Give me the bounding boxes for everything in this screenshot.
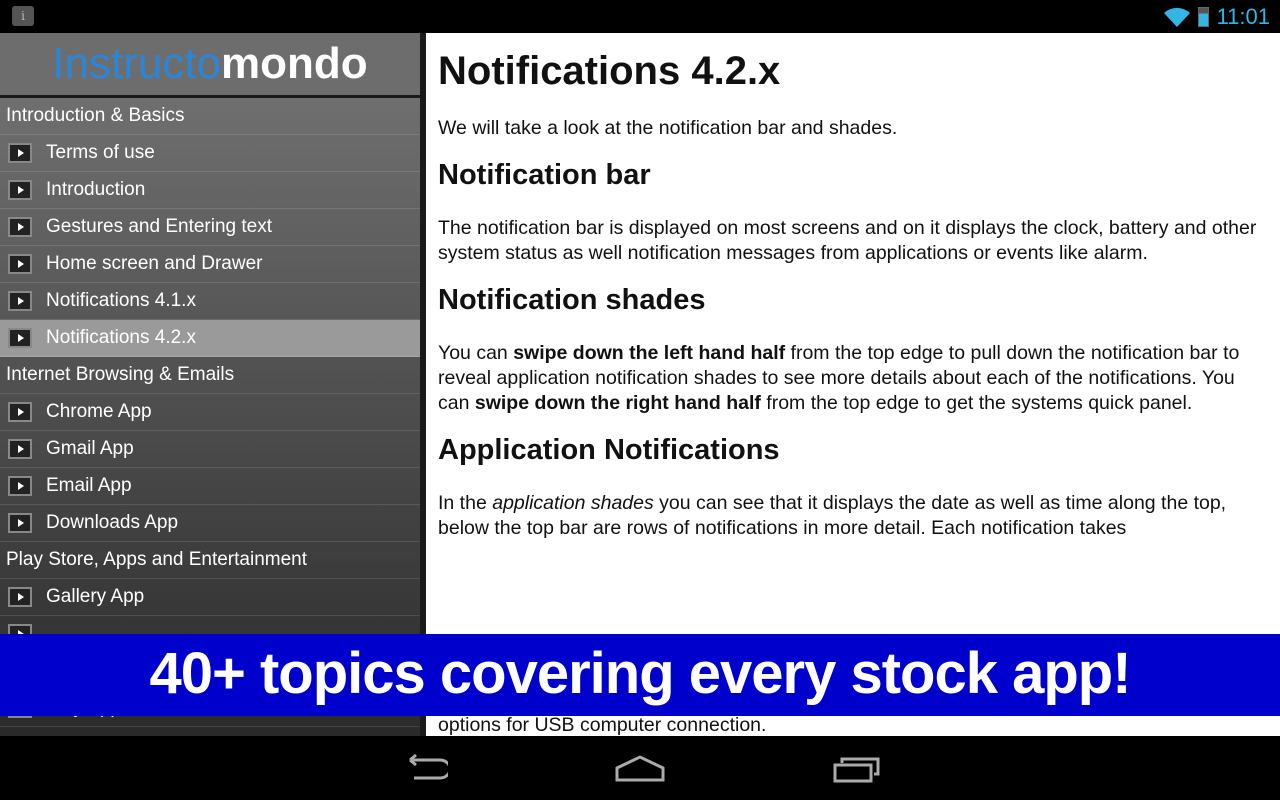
page-title: Notifications 4.2.x [438, 49, 781, 93]
sidebar-item-label: Gestures and Entering text [46, 216, 273, 237]
play-icon [8, 513, 32, 533]
sidebar-item-label: Downloads App [46, 512, 179, 533]
paragraph: The notification bar is displayed on mos… [438, 217, 1257, 264]
recents-icon[interactable] [832, 754, 882, 784]
play-icon [8, 254, 32, 274]
play-icon [8, 328, 32, 348]
sidebar-item-label: Gmail App [46, 438, 134, 459]
sidebar-item-label: Chrome App [46, 401, 152, 422]
home-icon[interactable] [614, 754, 666, 784]
paragraph: You can swipe down the left hand half fr… [438, 342, 1240, 414]
wifi-icon [1163, 7, 1190, 27]
sidebar-item-label: Gallery App [46, 586, 145, 607]
sidebar-item[interactable]: Notifications 4.1.x [0, 283, 420, 320]
sidebar-item[interactable]: Introduction [0, 172, 420, 209]
sidebar: Instructomondo Introduction & Basics Term… [0, 33, 420, 736]
sidebar-item-label: Email App [46, 475, 132, 496]
sidebar-item[interactable]: Downloads App [0, 505, 420, 542]
sidebar-item[interactable]: Home screen and Drawer [0, 246, 420, 283]
article: Notifications 4.2.x We will take a look … [426, 33, 1280, 736]
section-heading: Notification shades [438, 284, 706, 316]
back-icon[interactable] [400, 754, 448, 784]
promo-banner: 40+ topics covering every stock app! [0, 634, 1280, 716]
sidebar-item-label: Play Store, Apps and Entertainment [6, 549, 308, 570]
sidebar-item[interactable]: Terms of use [0, 135, 420, 172]
sidebar-item[interactable]: Email App [0, 468, 420, 505]
sidebar-item[interactable]: Notifications 4.2.x [0, 320, 420, 357]
sidebar-item-label: Notifications 4.1.x [46, 290, 196, 311]
sidebar-section-header: Internet Browsing & Emails [0, 357, 420, 394]
play-icon [8, 476, 32, 496]
sidebar-section-header: Play Store, Apps and Entertainment [0, 542, 420, 579]
sidebar-item-label: Introduction [46, 179, 146, 200]
paragraph-tail: options for USB computer connection. [438, 714, 767, 736]
sidebar-item-label: Introduction & Basics [6, 105, 185, 126]
sidebar-item-label: Terms of use [46, 142, 155, 163]
play-icon [8, 217, 32, 237]
play-icon [8, 402, 32, 422]
sidebar-item-label: Internet Browsing & Emails [6, 364, 235, 385]
status-bar: i 11:01 [0, 0, 1280, 33]
battery-icon [1197, 7, 1209, 27]
play-icon [8, 587, 32, 607]
sidebar-item[interactable]: Gallery App [0, 579, 420, 616]
navigation-bar [0, 736, 1280, 800]
sidebar-item[interactable]: Gmail App [0, 431, 420, 468]
section-heading: Notification bar [438, 159, 651, 191]
play-icon [8, 143, 32, 163]
intro-text: We will take a look at the notification … [438, 117, 898, 139]
sidebar-item[interactable]: Gestures and Entering text [0, 209, 420, 246]
sidebar-item[interactable]: Chrome App [0, 394, 420, 431]
play-icon [8, 439, 32, 459]
sidebar-section-header: Introduction & Basics [0, 98, 420, 135]
play-icon [8, 180, 32, 200]
section-heading: Application Notifications [438, 434, 780, 466]
play-icon [8, 291, 32, 311]
sidebar-item-label: Home screen and Drawer [46, 253, 263, 274]
logo: Instructomondo [0, 33, 420, 98]
sidebar-item-label: Notifications 4.2.x [46, 327, 196, 348]
paragraph: In the application shades you can see th… [438, 492, 1227, 539]
clock: 11:01 [1216, 4, 1270, 29]
info-notification-icon[interactable]: i [12, 6, 34, 26]
